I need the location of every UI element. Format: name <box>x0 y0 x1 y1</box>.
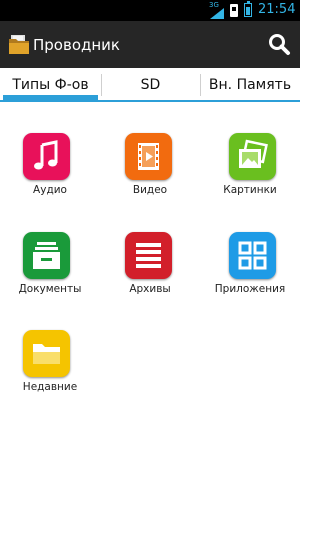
status-clock: 21:54 <box>258 2 296 17</box>
category-label: Видео <box>132 184 168 196</box>
action-bar: Проводник <box>0 21 300 68</box>
applications-tile <box>229 232 276 279</box>
tab-bar: Типы Ф-ов SD Вн. Память <box>0 68 300 102</box>
archive-box-icon <box>33 242 60 269</box>
list-lines-icon <box>136 243 161 268</box>
category-label: Архивы <box>129 283 171 295</box>
category-label: Аудио <box>33 184 67 196</box>
category-label: Картинки <box>223 184 277 196</box>
film-icon <box>138 143 159 170</box>
tab-sd[interactable]: SD <box>101 68 200 102</box>
pictures-icon <box>239 139 268 168</box>
recent-tile <box>23 330 70 377</box>
documents-tile <box>23 232 70 279</box>
video-tile <box>125 133 172 180</box>
battery-icon <box>244 1 252 17</box>
sim-card-icon <box>230 4 238 17</box>
signal-icon <box>210 8 224 19</box>
open-folder-icon <box>33 344 60 364</box>
apps-grid-icon <box>238 241 267 270</box>
pictures-tile <box>229 133 276 180</box>
category-label: Документы <box>18 283 82 295</box>
selected-tab-indicator <box>3 95 98 100</box>
folder-icon <box>9 35 29 54</box>
status-bar: 3G 21:54 <box>0 0 300 21</box>
music-note-icon <box>34 140 58 170</box>
archives-tile <box>125 232 172 279</box>
audio-tile <box>23 133 70 180</box>
category-label: Приложения <box>214 283 286 295</box>
category-label: Недавние <box>22 381 78 393</box>
tab-internal-memory[interactable]: Вн. Память <box>200 68 300 102</box>
search-icon[interactable] <box>266 31 292 57</box>
app-title: Проводник <box>33 36 120 54</box>
